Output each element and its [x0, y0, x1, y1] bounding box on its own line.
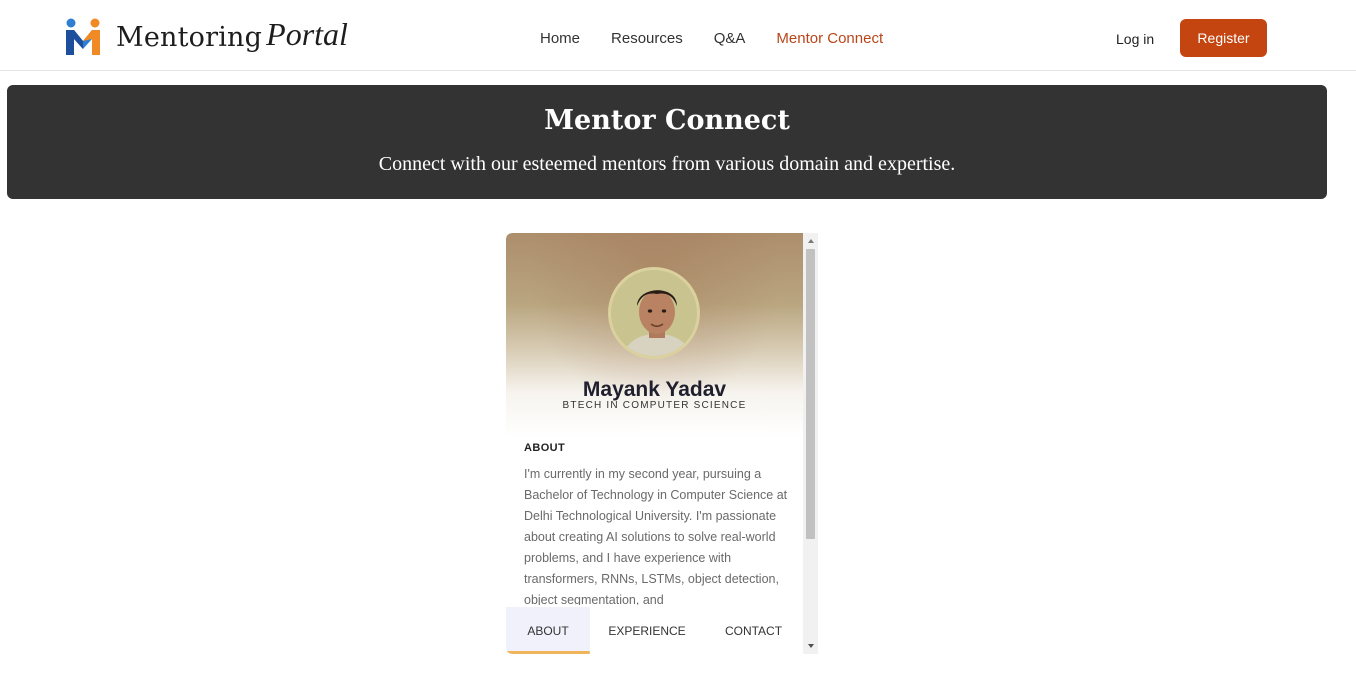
- mentor-photo-icon: [611, 270, 697, 356]
- mentor-card: Mayank Yadav BTECH IN COMPUTER SCIENCE A…: [506, 233, 818, 654]
- page-title: Mentor Connect: [544, 105, 790, 136]
- about-heading: ABOUT: [524, 442, 566, 454]
- hero-banner: Mentor Connect Connect with our esteemed…: [7, 85, 1327, 199]
- tab-contact[interactable]: CONTACT: [704, 607, 803, 654]
- top-navbar: Mentoring Portal Home Resources Q&A Ment…: [0, 0, 1356, 71]
- page-subtitle: Connect with our esteemed mentors from v…: [378, 153, 956, 175]
- mentor-degree: BTECH IN COMPUTER SCIENCE: [562, 400, 747, 411]
- card-scrollbar[interactable]: [803, 233, 818, 654]
- scroll-up-arrow-icon[interactable]: [803, 235, 818, 247]
- mentor-avatar: [608, 267, 700, 359]
- brand-name-part2: Portal: [266, 15, 348, 52]
- nav-qa[interactable]: Q&A: [714, 29, 746, 49]
- scrollbar-thumb[interactable]: [806, 249, 815, 539]
- mentoring-portal-logo-icon: [66, 18, 100, 55]
- tab-about[interactable]: ABOUT: [506, 607, 590, 654]
- scroll-down-arrow-icon[interactable]: [803, 640, 818, 652]
- tab-experience[interactable]: EXPERIENCE: [590, 607, 704, 654]
- brand-name-part1: Mentoring: [116, 21, 263, 53]
- main-nav: Home Resources Q&A Mentor Connect: [540, 29, 914, 49]
- nav-home[interactable]: Home: [540, 29, 580, 49]
- nav-mentor-connect[interactable]: Mentor Connect: [776, 29, 883, 49]
- brand-logo-link[interactable]: Mentoring Portal: [64, 16, 348, 58]
- register-button[interactable]: Register: [1180, 19, 1267, 57]
- about-text: I'm currently in my second year, pursuin…: [524, 467, 788, 605]
- mentor-card-content: Mayank Yadav BTECH IN COMPUTER SCIENCE A…: [506, 233, 803, 654]
- login-link[interactable]: Log in: [1116, 29, 1154, 49]
- mentor-card-tabs: ABOUT EXPERIENCE CONTACT: [506, 607, 803, 654]
- nav-resources[interactable]: Resources: [611, 29, 683, 49]
